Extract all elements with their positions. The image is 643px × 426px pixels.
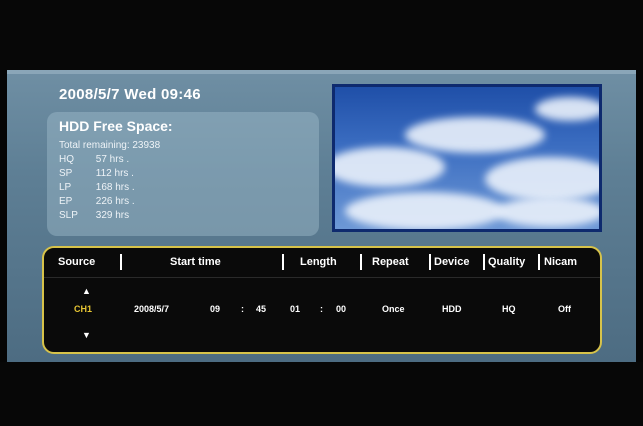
hdd-mode-label: HQ bbox=[59, 154, 74, 165]
source-up-arrow-icon[interactable]: ▲ bbox=[82, 286, 91, 296]
source-down-arrow-icon[interactable]: ▼ bbox=[82, 330, 91, 340]
header-separator bbox=[483, 254, 485, 270]
letterbox-bottom bbox=[0, 362, 643, 426]
cloud-shape bbox=[335, 147, 445, 187]
recording-timer-screen: 2008/5/7 Wed 09:46 HDD Free Space: Total… bbox=[7, 70, 636, 362]
cell-length-minute[interactable]: 00 bbox=[336, 304, 346, 314]
hdd-mode-label: SLP bbox=[59, 210, 78, 221]
hdd-mode-time: 329 hrs bbox=[95, 210, 130, 221]
cell-length-hour[interactable]: 01 bbox=[290, 304, 300, 314]
cloud-shape bbox=[535, 97, 599, 121]
header-start-time: Start time bbox=[170, 256, 221, 268]
header-nicam: Nicam bbox=[544, 256, 578, 268]
cell-date[interactable]: 2008/5/7 bbox=[134, 304, 169, 314]
hdd-mode-time: 226 hrs . bbox=[95, 196, 135, 207]
cell-nicam[interactable]: Off bbox=[558, 304, 571, 314]
hdd-mode-time: 57 hrs . bbox=[95, 154, 130, 165]
header-source: Source bbox=[58, 256, 96, 268]
header-device: Device bbox=[434, 256, 470, 268]
hdd-mode-row-hq: HQ 57 hrs . bbox=[59, 154, 129, 165]
hdd-mode-row-slp: SLP 329 hrs bbox=[59, 210, 129, 221]
cell-start-colon: : bbox=[241, 304, 244, 314]
cloud-shape bbox=[495, 197, 599, 227]
header-separator bbox=[360, 254, 362, 270]
hdd-mode-time: 112 hrs . bbox=[95, 168, 134, 179]
hdd-mode-label: SP bbox=[59, 168, 73, 179]
timer-row[interactable]: CH1 2008/5/7 09 : 45 01 : 00 Once HDD HQ… bbox=[44, 304, 600, 324]
hdd-mode-label: EP bbox=[59, 196, 73, 207]
hdd-free-space-panel: HDD Free Space: Total remaining: 23938 H… bbox=[47, 112, 319, 236]
hdd-mode-time: 168 hrs . bbox=[95, 182, 135, 193]
header-length: Length bbox=[300, 256, 337, 268]
cloud-shape bbox=[345, 192, 505, 229]
header-separator bbox=[282, 254, 284, 270]
hdd-mode-label: LP bbox=[59, 182, 72, 193]
header-separator bbox=[120, 254, 122, 270]
cell-repeat[interactable]: Once bbox=[382, 304, 405, 314]
cell-quality[interactable]: HQ bbox=[502, 304, 516, 314]
video-preview bbox=[332, 84, 602, 232]
top-border bbox=[7, 70, 636, 74]
header-separator bbox=[538, 254, 540, 270]
timer-schedule-table: Source Start time Length Repeat Device Q… bbox=[42, 246, 602, 354]
hdd-mode-row-sp: SP 112 hrs . bbox=[59, 168, 134, 179]
cell-source[interactable]: CH1 bbox=[74, 304, 92, 314]
cell-start-hour[interactable]: 09 bbox=[210, 304, 220, 314]
hdd-total-remaining: Total remaining: 23938 bbox=[59, 140, 161, 151]
cloud-shape bbox=[485, 157, 599, 201]
header-quality: Quality bbox=[488, 256, 526, 268]
cell-device[interactable]: HDD bbox=[442, 304, 462, 314]
hdd-mode-row-lp: LP 168 hrs . bbox=[59, 182, 135, 193]
hdd-mode-row-ep: EP 226 hrs . bbox=[59, 196, 135, 207]
header-repeat: Repeat bbox=[372, 256, 409, 268]
cell-length-colon: : bbox=[320, 304, 323, 314]
letterbox-top bbox=[0, 0, 643, 70]
header-separator bbox=[429, 254, 431, 270]
preview-sky-image bbox=[335, 87, 599, 229]
hdd-free-space-title: HDD Free Space: bbox=[59, 118, 173, 134]
current-datetime: 2008/5/7 Wed 09:46 bbox=[59, 86, 201, 103]
cell-start-minute[interactable]: 45 bbox=[256, 304, 266, 314]
table-header: Source Start time Length Repeat Device Q… bbox=[44, 248, 600, 278]
cloud-shape bbox=[405, 117, 545, 153]
